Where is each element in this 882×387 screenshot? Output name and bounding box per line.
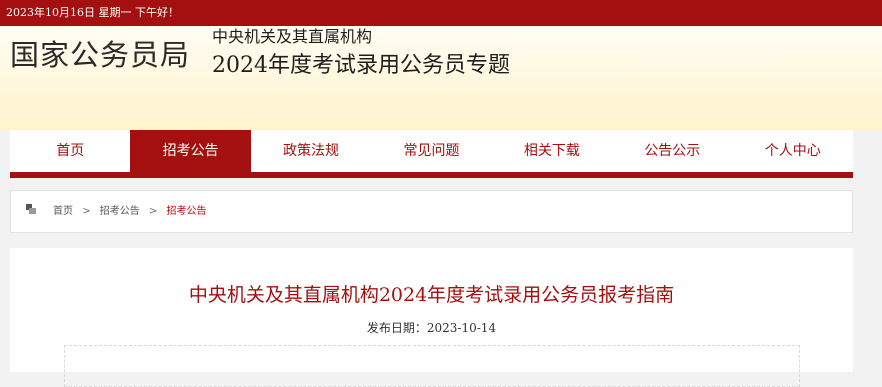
article-panel: 中央机关及其直属机构2024年度考试录用公务员报考指南 发布日期：2023-10… <box>10 248 853 387</box>
article-title: 中央机关及其直属机构2024年度考试录用公务员报考指南 <box>188 284 675 306</box>
nav-item-policies[interactable]: 政策法规 <box>251 130 371 172</box>
publish-date: 发布日期：2023-10-14 <box>366 321 497 335</box>
nav-item-recruitment-notices[interactable]: 招考公告 <box>130 130 251 172</box>
nav-item-downloads[interactable]: 相关下载 <box>492 130 612 172</box>
date-greeting: 2023年10月16日 星期一 下午好！ <box>6 6 179 19</box>
breadcrumb-current: 招考公告 <box>166 206 207 217</box>
breadcrumb-separator: > <box>82 206 91 217</box>
breadcrumb-bar: 首页 > 招考公告 > 招考公告 <box>10 190 853 233</box>
breadcrumb-location-icon <box>26 204 36 214</box>
nav-item-personal-center[interactable]: 个人中心 <box>733 130 853 172</box>
breadcrumb-section-link[interactable]: 招考公告 <box>100 206 140 217</box>
nav-item-announcements[interactable]: 公告公示 <box>612 130 732 172</box>
breadcrumb-separator: > <box>148 206 158 217</box>
banner-subtitle-line1: 中央机关及其直属机构 <box>212 27 373 46</box>
site-logo[interactable]: 国家公务员局 <box>10 37 190 73</box>
nav-item-faq[interactable]: 常见问题 <box>371 130 491 172</box>
banner-subtitle-line2: 2024年度考试录用公务员专题 <box>212 53 510 78</box>
breadcrumb: 首页 > 招考公告 > 招考公告 <box>53 205 207 219</box>
main-nav: 首页 招考公告 政策法规 常见问题 相关下载 公告公示 个人中心 <box>10 130 853 178</box>
nav-item-home[interactable]: 首页 <box>10 130 130 172</box>
top-bar: 2023年10月16日 星期一 下午好！ <box>0 0 882 26</box>
breadcrumb-home-link[interactable]: 首页 <box>53 206 73 217</box>
article-content-box <box>64 345 800 387</box>
